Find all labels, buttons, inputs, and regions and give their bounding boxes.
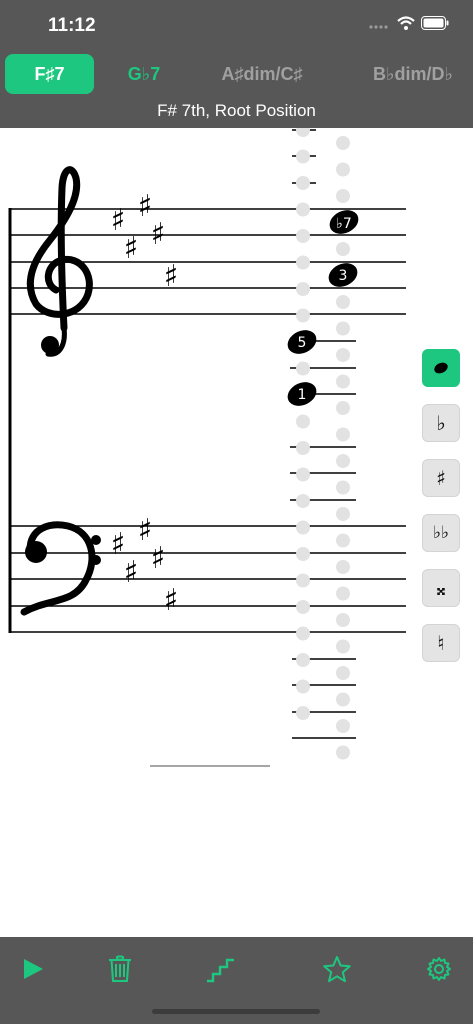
placement-dot bbox=[296, 229, 310, 243]
sharp-icon: ♯ bbox=[124, 231, 139, 266]
placement-dot bbox=[336, 374, 350, 389]
placement-dot bbox=[336, 242, 350, 256]
placement-dot bbox=[296, 414, 310, 429]
placement-dot bbox=[336, 348, 350, 362]
placement-dot bbox=[336, 745, 350, 760]
tab-a-sharp-dim[interactable]: A♯dim/C♯ bbox=[200, 54, 324, 94]
placement-dot bbox=[296, 626, 310, 641]
placement-dot bbox=[296, 573, 310, 588]
sharp-button[interactable]: ♯ bbox=[422, 459, 460, 497]
sharp-icon: ♯ bbox=[164, 583, 179, 618]
home-indicator bbox=[152, 1009, 320, 1014]
chord-note-5[interactable]: 5 bbox=[284, 326, 320, 359]
placement-dot bbox=[336, 719, 350, 733]
placement-dot bbox=[336, 692, 350, 707]
placement-dot bbox=[296, 149, 310, 164]
placement-dot bbox=[336, 666, 350, 680]
placement-dot bbox=[296, 282, 310, 296]
treble-clef-icon bbox=[26, 166, 93, 357]
sharp-icon: ♯ bbox=[151, 217, 166, 252]
steps-icon[interactable] bbox=[200, 949, 240, 989]
placement-dot bbox=[296, 653, 310, 667]
placement-dot bbox=[336, 507, 350, 521]
chord-note-3[interactable]: 3 bbox=[325, 259, 361, 292]
placement-dot bbox=[296, 600, 310, 614]
star-icon[interactable] bbox=[317, 949, 357, 989]
placement-dot bbox=[336, 136, 350, 150]
tab-b-flat-dim[interactable]: B♭dim/D♭ bbox=[356, 54, 473, 94]
placement-dot bbox=[296, 308, 310, 323]
sharp-icon: ♯ bbox=[124, 555, 139, 590]
placement-dot bbox=[336, 295, 350, 309]
chord-title: F# 7th, Root Position bbox=[0, 98, 473, 128]
chord-note-1[interactable]: 1 bbox=[284, 378, 320, 411]
placement-dot bbox=[336, 401, 350, 415]
placement-dot bbox=[296, 520, 310, 535]
battery-icon bbox=[421, 16, 449, 35]
grand-staff[interactable]: ♯ ♯ ♯ ♯ ♯ ♯ ♯ ♯ ♯ ♯ ♭7 3 5 1 bbox=[0, 123, 473, 808]
chord-tabs: F♯7 G♭7 A♯dim/C♯ B♭dim/D♭ bbox=[0, 48, 473, 98]
placement-dot bbox=[296, 255, 310, 270]
note-head-button[interactable] bbox=[422, 349, 460, 387]
placement-dot bbox=[296, 361, 310, 376]
placement-dot bbox=[296, 467, 310, 482]
placement-dot bbox=[296, 706, 310, 720]
placement-dot bbox=[296, 202, 310, 217]
status-bar: 11:12 bbox=[0, 0, 473, 48]
placement-dot bbox=[336, 613, 350, 627]
sharp-icon: ♯ bbox=[151, 541, 166, 576]
note-label: 3 bbox=[339, 268, 348, 284]
note-label: 5 bbox=[298, 335, 307, 351]
status-time: 11:12 bbox=[48, 15, 96, 36]
flat-button[interactable]: ♭ bbox=[422, 404, 460, 442]
staff-canvas[interactable]: ♯ ♯♯ ♯♯♯ ♯♯ ♯♯ ♭7 3 5 1 bbox=[0, 123, 473, 808]
placement-dot bbox=[296, 176, 310, 190]
placement-dot bbox=[296, 123, 310, 137]
tab-f-sharp-7[interactable]: F♯7 bbox=[5, 54, 94, 94]
placement-dot bbox=[336, 639, 350, 654]
gear-icon[interactable] bbox=[419, 949, 459, 989]
placement-dot bbox=[296, 441, 310, 455]
bass-clef-icon bbox=[20, 521, 101, 616]
placement-dot bbox=[296, 547, 310, 561]
chord-note-b7[interactable]: ♭7 bbox=[326, 206, 362, 239]
signal-icon bbox=[369, 17, 391, 35]
placement-dot bbox=[296, 494, 310, 508]
note-head-icon bbox=[434, 362, 448, 374]
wifi-icon bbox=[397, 16, 415, 35]
note-label: ♭7 bbox=[336, 216, 352, 232]
placement-dot bbox=[336, 533, 350, 548]
placement-dot bbox=[336, 189, 350, 203]
trash-icon[interactable] bbox=[100, 949, 140, 989]
note-label: 1 bbox=[298, 387, 307, 403]
placement-dot bbox=[336, 480, 350, 495]
placement-dot bbox=[336, 586, 350, 601]
double-flat-button[interactable]: ♭♭ bbox=[422, 514, 460, 552]
placement-dot bbox=[336, 560, 350, 574]
sharp-icon: ♯ bbox=[164, 259, 179, 294]
natural-button[interactable]: ♮ bbox=[422, 624, 460, 662]
placement-dot bbox=[336, 454, 350, 468]
tab-g-flat-7[interactable]: G♭7 bbox=[104, 54, 184, 94]
placement-dot bbox=[296, 679, 310, 694]
placement-dot bbox=[336, 321, 350, 336]
placement-dot bbox=[336, 162, 350, 177]
status-icons bbox=[369, 16, 449, 35]
placement-dot bbox=[336, 427, 350, 442]
play-icon[interactable] bbox=[13, 949, 53, 989]
double-sharp-button[interactable]: 𝄪 bbox=[422, 569, 460, 607]
